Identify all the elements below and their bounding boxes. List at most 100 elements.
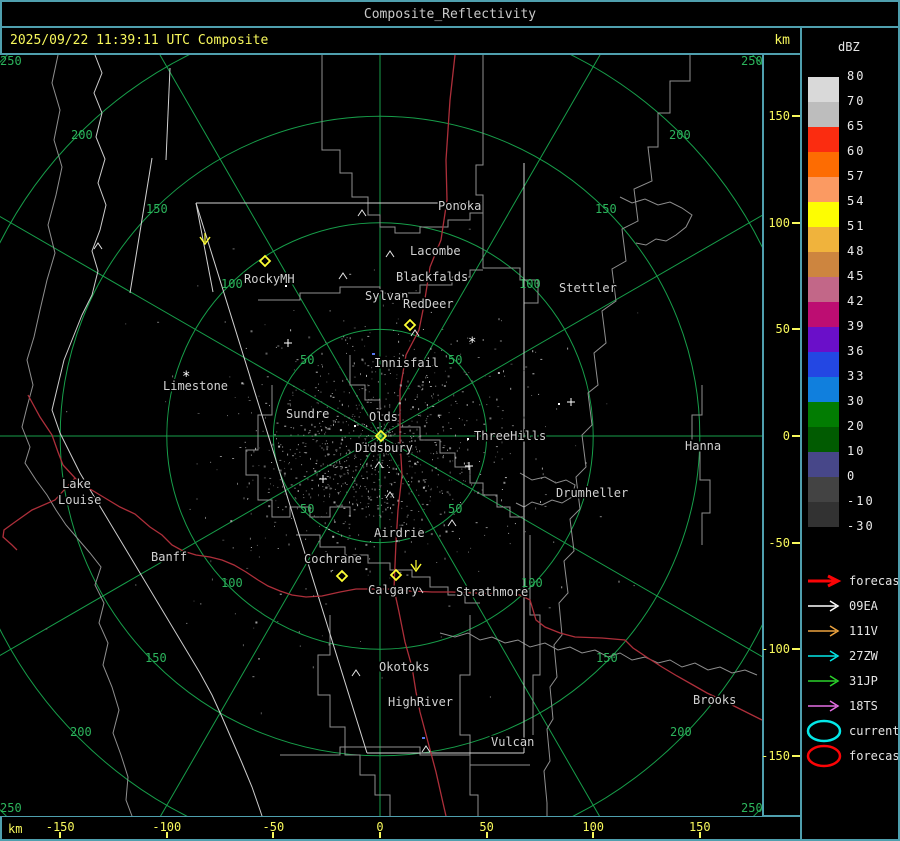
- dbz-cell: [808, 102, 839, 127]
- echo-speckle: [498, 372, 500, 374]
- echo-speckle: [352, 346, 353, 347]
- echo-speckle: [312, 436, 313, 437]
- echo-speckle: [220, 456, 222, 457]
- legend-ellipse-label-current: current: [849, 724, 898, 738]
- echo-speckle: [362, 465, 363, 466]
- echo-speckle: [438, 433, 439, 434]
- echo-speckle: [430, 489, 432, 490]
- echo-speckle: [451, 344, 452, 345]
- legend-label-27ZW: 27ZW: [849, 649, 879, 663]
- echo-speckle: [367, 384, 368, 386]
- echo-speckle: [342, 404, 343, 406]
- right-axis-tick: [792, 755, 800, 757]
- city-label-ponoka: Ponoka: [438, 199, 481, 213]
- echo-speckle: [354, 328, 356, 329]
- echo-speckle: [354, 496, 355, 497]
- echo-speckle: [172, 375, 173, 377]
- echo-speckle: [278, 548, 279, 549]
- echo-speckle: [457, 551, 458, 552]
- echo-speckle: [280, 479, 282, 480]
- echo-speckle: [286, 534, 287, 536]
- echo-speckle: [349, 433, 350, 434]
- echo-speckle: [507, 526, 508, 527]
- echo-speckle: [280, 444, 281, 445]
- echo-speckle: [334, 520, 335, 521]
- echo-speckle: [331, 570, 332, 572]
- echo-speckle: [341, 535, 342, 537]
- echo-speckle: [373, 397, 374, 398]
- echo-speckle: [396, 468, 397, 470]
- echo-speckle: [462, 391, 464, 392]
- echo-speckle: [523, 370, 525, 371]
- echo-speckle: [427, 404, 428, 406]
- echo-speckle: [387, 499, 388, 500]
- echo-speckle: [241, 382, 243, 384]
- echo-speckle: [341, 468, 342, 470]
- echo-speckle: [549, 607, 551, 608]
- city-label-innisfail: Innisfail: [374, 356, 439, 370]
- echo-speckle: [448, 422, 449, 423]
- ring-distance-label: 100: [221, 277, 243, 291]
- echo-speckle: [330, 428, 331, 429]
- echo-speckle: [422, 504, 424, 505]
- echo-speckle: [297, 507, 298, 509]
- echo-speckle: [309, 493, 310, 495]
- echo-speckle: [320, 392, 322, 393]
- echo-speckle: [407, 506, 408, 507]
- echo-speckle: [315, 396, 316, 397]
- echo-speckle: [264, 477, 266, 478]
- echo-speckle: [440, 514, 442, 515]
- echo-speckle: [382, 498, 383, 499]
- echo-speckle: [437, 458, 438, 459]
- echo-speckle: [320, 376, 321, 377]
- echo-speckle: [251, 547, 252, 548]
- echo-speckle: [448, 493, 449, 494]
- echo-speckle: [353, 418, 354, 419]
- echo-speckle: [367, 365, 369, 366]
- dbz-scale-label: 0: [847, 469, 856, 483]
- echo-speckle: [385, 477, 386, 479]
- echo-speckle: [486, 527, 488, 528]
- echo-speckle: [272, 444, 273, 446]
- city-label-reddeer: RedDeer: [403, 297, 454, 311]
- echo-speckle: [390, 507, 391, 509]
- echo-speckle: [378, 471, 379, 472]
- echo-speckle: [575, 445, 576, 446]
- city-label-olds: Olds: [369, 410, 398, 424]
- echo-speckle: [233, 248, 235, 249]
- dbz-cell: [808, 177, 839, 202]
- echo-speckle: [339, 447, 341, 448]
- echo-speckle: [398, 500, 399, 502]
- echo-speckle: [430, 348, 431, 350]
- echo-speckle: [353, 486, 354, 488]
- bottom-axis-tick: [272, 832, 274, 838]
- echo-speckle: [349, 453, 350, 454]
- echo-speckle: [334, 521, 335, 523]
- echo-speckle: [478, 357, 480, 358]
- echo-speckle: [255, 622, 257, 624]
- echo-speckle: [345, 437, 346, 438]
- city-label-brooks: Brooks: [693, 693, 736, 707]
- echo-speckle: [386, 503, 388, 504]
- legend-label-forecast: forecast: [849, 574, 898, 588]
- echo-speckle: [268, 505, 270, 507]
- echo-speckle: [377, 497, 378, 498]
- echo-speckle: [379, 495, 380, 497]
- dbz-scale-label: -10: [847, 494, 875, 508]
- echo-speckle: [278, 507, 279, 508]
- echo-speckle: [417, 429, 418, 431]
- radar-map-canvas[interactable]: 5050505010010010010015015015015020020020…: [0, 55, 762, 816]
- ring-distance-label: 50: [300, 502, 314, 516]
- echo-speckle: [389, 460, 390, 461]
- bottom-axis-tick: [592, 832, 594, 838]
- echo-speckle: [380, 516, 381, 518]
- echo-speckle: [431, 488, 432, 489]
- echo-speckle: [474, 492, 475, 493]
- echo-speckle: [269, 405, 270, 406]
- echo-speckle: [200, 603, 201, 604]
- echo-speckle: [542, 468, 543, 470]
- echo-speckle: [367, 503, 369, 504]
- echo-speckle: [362, 424, 364, 425]
- echo-speckle: [408, 381, 409, 383]
- echo-speckle: [359, 436, 360, 438]
